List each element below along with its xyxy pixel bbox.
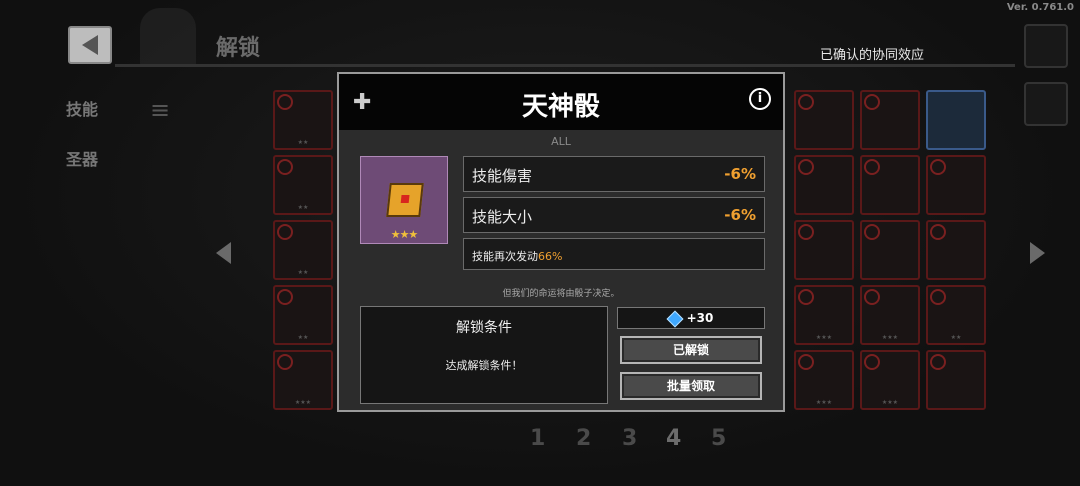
- bulk-claim-button[interactable]: 批量领取: [620, 372, 762, 400]
- page-number[interactable]: 2: [576, 426, 591, 451]
- page-number[interactable]: 3: [622, 426, 637, 451]
- stat-label: 技能大小: [472, 208, 533, 226]
- locked-icon: [930, 289, 946, 305]
- grid-item[interactable]: [860, 90, 920, 150]
- grid-item[interactable]: ★★: [273, 285, 333, 345]
- gem-icon: [666, 310, 684, 327]
- info-icon[interactable]: i: [749, 88, 771, 110]
- page-number-current[interactable]: 4: [666, 426, 681, 451]
- grid-item[interactable]: ★★: [273, 220, 333, 280]
- filter-icon[interactable]: ≡: [150, 96, 182, 124]
- stat-row: 技能再次发动66%: [463, 238, 765, 270]
- item-description: 但我们的命运将由骰子决定。: [502, 289, 620, 299]
- locked-icon: [277, 224, 293, 240]
- locked-icon: [930, 224, 946, 240]
- locked-icon: [864, 354, 880, 370]
- back-button[interactable]: [68, 26, 112, 64]
- locked-icon: [798, 289, 814, 305]
- grid-item[interactable]: ★★★: [860, 285, 920, 345]
- grid-item[interactable]: ★★: [273, 155, 333, 215]
- stat-value: 66%: [538, 250, 563, 263]
- menu-icon[interactable]: [1024, 24, 1068, 68]
- grid-item[interactable]: [926, 220, 986, 280]
- grid-item[interactable]: [926, 155, 986, 215]
- back-arrow-icon: [82, 35, 98, 55]
- list-icon[interactable]: [1024, 82, 1068, 126]
- prev-page-arrow[interactable]: [216, 242, 231, 264]
- unlock-title: 解锁条件: [456, 320, 512, 336]
- locked-icon: [864, 94, 880, 110]
- locked-icon: [277, 289, 293, 305]
- modal-header: ✚ 天神骰 i: [339, 74, 783, 130]
- page-number[interactable]: 1: [530, 426, 545, 451]
- page-number[interactable]: 5: [711, 426, 726, 451]
- rarity-stars: ★★★: [390, 228, 419, 241]
- unlocked-button[interactable]: 已解锁: [620, 336, 762, 364]
- item-icon-box: ★★★: [360, 156, 448, 244]
- grid-item[interactable]: [926, 350, 986, 410]
- grid-item[interactable]: [794, 155, 854, 215]
- dice-icon: [386, 183, 424, 217]
- stat-label: 技能傷害: [472, 167, 533, 185]
- reward-badge: +30: [617, 307, 765, 329]
- grid-item[interactable]: ★★★: [860, 350, 920, 410]
- version-label: Ver. 0.761.0: [1006, 2, 1074, 13]
- grid-item[interactable]: ★★★: [273, 350, 333, 410]
- tab-skills[interactable]: 技能: [66, 96, 98, 120]
- grid-item[interactable]: ★★★: [794, 285, 854, 345]
- stat-value: -6%: [724, 165, 756, 183]
- locked-icon: [864, 224, 880, 240]
- category-label: ALL: [551, 135, 571, 148]
- locked-icon: [798, 224, 814, 240]
- page-title: 解锁: [216, 36, 261, 61]
- grid-item[interactable]: [926, 90, 986, 150]
- locked-icon: [277, 159, 293, 175]
- grid-item[interactable]: ★★: [926, 285, 986, 345]
- locked-icon: [864, 289, 880, 305]
- locked-icon: [930, 354, 946, 370]
- stat-value: -6%: [724, 206, 756, 224]
- synergy-button[interactable]: 已确认的协同效应: [820, 44, 924, 63]
- title-divider: [115, 64, 1015, 67]
- locked-icon: [864, 159, 880, 175]
- grid-item[interactable]: [794, 220, 854, 280]
- grid-item[interactable]: [860, 155, 920, 215]
- character-portrait: [140, 8, 196, 66]
- grid-item[interactable]: [860, 220, 920, 280]
- locked-icon: [798, 94, 814, 110]
- locked-icon: [930, 159, 946, 175]
- stat-row: 技能傷害 -6%: [463, 156, 765, 192]
- stat-label: 技能再次发动66%: [472, 250, 563, 263]
- grid-item[interactable]: [794, 90, 854, 150]
- locked-icon: [798, 354, 814, 370]
- modal-title: 天神骰: [521, 92, 600, 122]
- stat-row: 技能大小 -6%: [463, 197, 765, 233]
- tab-relics[interactable]: 圣器: [66, 146, 98, 170]
- locked-icon: [277, 354, 293, 370]
- unlock-condition-panel: 解锁条件 达成解锁条件！: [360, 306, 608, 404]
- locked-icon: [277, 94, 293, 110]
- item-detail-modal: ✚ 天神骰 i ALL ★★★ 技能傷害 -6% 技能大小 -6% 技能再次发动…: [337, 72, 785, 412]
- next-page-arrow[interactable]: [1030, 242, 1045, 264]
- grid-item[interactable]: ★★: [273, 90, 333, 150]
- locked-icon: [798, 159, 814, 175]
- grid-item[interactable]: ★★★: [794, 350, 854, 410]
- unlock-text: 达成解锁条件！: [445, 359, 523, 372]
